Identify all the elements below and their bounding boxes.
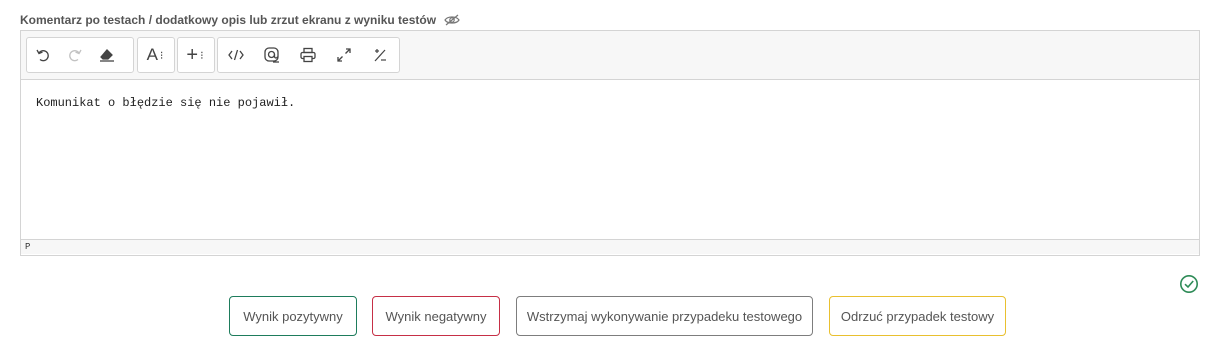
reject-test-case-label: Odrzuć przypadek testowy: [840, 308, 995, 324]
code-view-button[interactable]: [218, 39, 254, 71]
undo-icon: [35, 47, 51, 63]
eraser-icon: [98, 47, 116, 63]
eye-off-icon[interactable]: [444, 14, 460, 26]
negative-result-button[interactable]: Wynik negatywny: [372, 296, 500, 336]
toolbar-group-insert: + ⁝: [177, 37, 215, 73]
print-icon: [299, 47, 317, 63]
font-menu-button[interactable]: A ⁝: [138, 39, 172, 71]
clear-formatting-button[interactable]: [91, 39, 123, 71]
editor-toolbar: A ⁝ + ⁝: [21, 31, 1199, 80]
field-label: Komentarz po testach / dodatkowy opis lu…: [20, 12, 460, 28]
toolbar-group-font: A ⁝: [137, 37, 175, 73]
font-icon: A ⁝: [146, 45, 164, 64]
test-result-actions: Wynik pozytywny Wynik negatywny Wstrzyma…: [0, 296, 1221, 337]
reject-test-case-button[interactable]: Odrzuć przypadek testowy: [829, 296, 1006, 336]
editor-content[interactable]: Komunikat o błędzie się nie pojawił.: [21, 80, 1199, 239]
editor-statusbar: P: [21, 239, 1199, 254]
redo-icon: [67, 47, 83, 63]
suspend-test-case-button[interactable]: Wstrzymaj wykonywanie przypadeku testowe…: [516, 296, 813, 336]
mention-button[interactable]: [254, 39, 290, 71]
toolbar-group-tools: [217, 37, 400, 73]
mention-icon: [263, 46, 281, 64]
fullscreen-button[interactable]: [326, 39, 362, 71]
undo-button[interactable]: [27, 39, 59, 71]
code-icon: [228, 48, 244, 62]
rich-text-editor: A ⁝ + ⁝ Komunikat o błędzie się nie poja…: [20, 30, 1200, 256]
field-label-text: Komentarz po testach / dodatkowy opis lu…: [20, 13, 437, 27]
suspend-test-case-label: Wstrzymaj wykonywanie przypadeku testowe…: [526, 308, 803, 324]
redo-button[interactable]: [59, 39, 91, 71]
negative-result-label: Wynik negatywny: [385, 308, 487, 324]
fullscreen-icon: [336, 47, 352, 63]
print-button[interactable]: [290, 39, 326, 71]
toolbar-group-history: [26, 37, 134, 73]
editor-text: Komunikat o błędzie się nie pojawił.: [36, 96, 296, 110]
positive-result-button[interactable]: Wynik pozytywny: [229, 296, 357, 336]
insert-menu-button[interactable]: + ⁝: [178, 39, 212, 71]
positive-result-label: Wynik pozytywny: [243, 308, 343, 324]
superscript-subscript-icon: [372, 47, 388, 63]
superscript-subscript-button[interactable]: [362, 39, 398, 71]
insert-icon: + ⁝: [186, 43, 204, 66]
element-path[interactable]: P: [25, 242, 30, 252]
